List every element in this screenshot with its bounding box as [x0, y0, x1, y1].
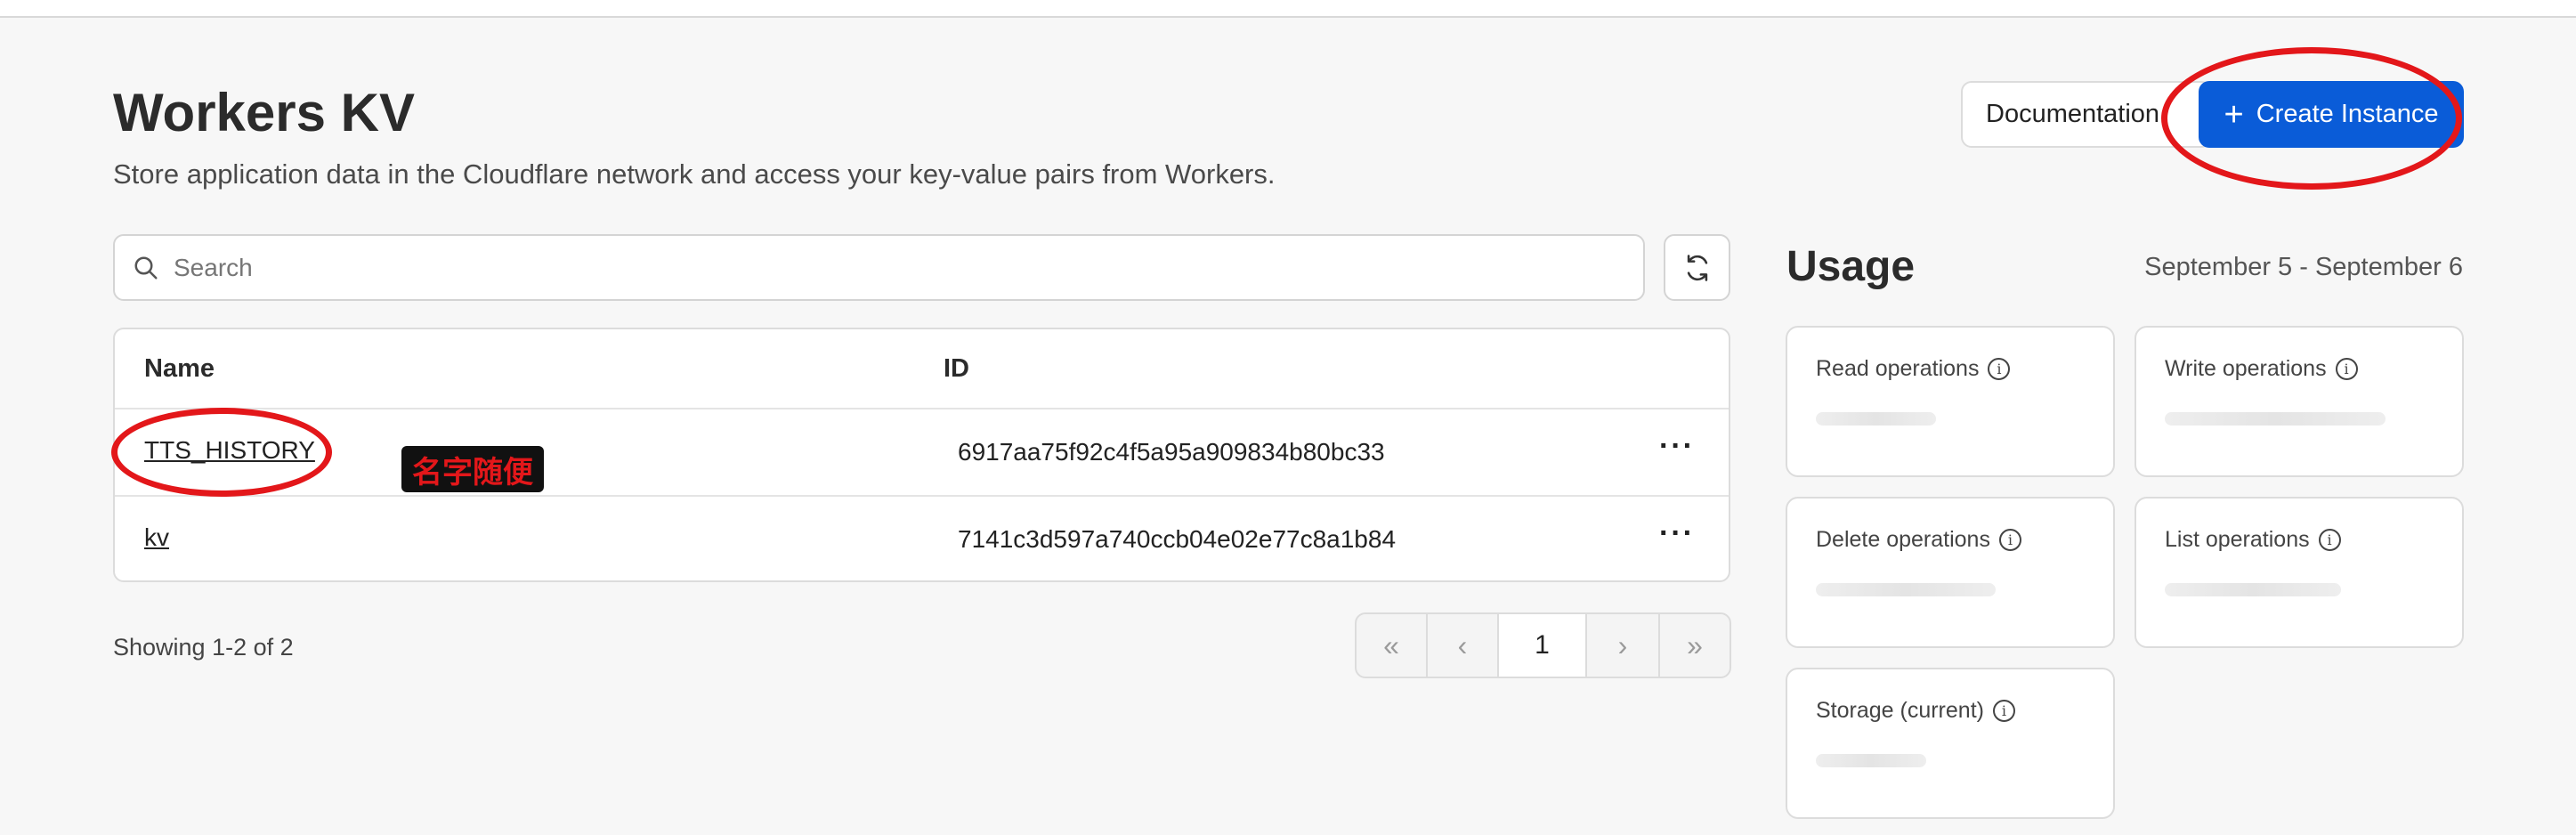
next-page-button[interactable]: › [1587, 614, 1660, 677]
info-icon[interactable]: i [1998, 529, 2021, 551]
table-row: TTS_HISTORY 6917aa75f92c4f5a95a909834b80… [115, 409, 1729, 497]
refresh-button[interactable] [1664, 234, 1730, 301]
usage-card-label: Storage (current) [1816, 698, 1984, 723]
usage-date-range: September 5 - September 6 [2144, 253, 2463, 281]
column-header-name: Name [144, 354, 215, 383]
loading-skeleton [1816, 754, 1926, 767]
annotation-label: 名字随便 [401, 446, 544, 492]
usage-card-label: List operations [2165, 527, 2310, 552]
page-title: Workers KV [113, 83, 416, 142]
first-page-button[interactable]: « [1357, 614, 1428, 677]
loading-skeleton [2165, 583, 2341, 596]
usage-card-label: Write operations [2165, 356, 2327, 381]
usage-card-delete: Delete operations i [1786, 497, 2115, 648]
column-header-id: ID [944, 354, 969, 383]
info-icon[interactable]: i [2318, 529, 2341, 551]
row-menu-button[interactable]: ··· [1659, 429, 1695, 464]
pagination: « ‹ 1 › » [1355, 612, 1731, 678]
search-input[interactable] [174, 253, 1598, 282]
top-bar [0, 0, 2576, 18]
usage-card-list: List operations i [2135, 497, 2464, 648]
namespace-id: 7141c3d597a740ccb04e02e77c8a1b84 [958, 525, 1397, 553]
create-instance-label: Create Instance [2256, 100, 2439, 128]
page: Workers KV Store application data in the… [0, 0, 2576, 835]
page-number[interactable]: 1 [1499, 614, 1587, 677]
table-row: kv 7141c3d597a740ccb04e02e77c8a1b84 ··· [115, 497, 1729, 580]
prev-page-button[interactable]: ‹ [1428, 614, 1499, 677]
search-icon [134, 256, 158, 279]
page-subtitle: Store application data in the Cloudflare… [113, 158, 1276, 190]
table-header: Name ID [115, 329, 1729, 409]
namespaces-table: Name ID TTS_HISTORY 6917aa75f92c4f5a95a9… [113, 328, 1730, 582]
namespace-name-link[interactable]: TTS_HISTORY [144, 436, 315, 465]
last-page-button[interactable]: » [1660, 614, 1729, 677]
loading-skeleton [1816, 412, 1936, 426]
usage-card-read: Read operations i [1786, 326, 2115, 477]
usage-card-label: Read operations [1816, 356, 1980, 381]
info-icon[interactable]: i [1988, 358, 2011, 380]
showing-count: Showing 1-2 of 2 [113, 634, 294, 661]
usage-title: Usage [1786, 243, 1916, 290]
info-icon[interactable]: i [1992, 700, 2015, 722]
loading-skeleton [2165, 412, 2386, 426]
search-box[interactable] [113, 234, 1645, 301]
namespace-name-link[interactable]: kv [144, 523, 169, 552]
usage-card-label: Delete operations [1816, 527, 1990, 552]
info-icon[interactable]: i [2335, 358, 2358, 380]
documentation-button[interactable]: Documentation [1961, 81, 2212, 148]
namespace-id: 6917aa75f92c4f5a95a909834b80bc33 [958, 438, 1385, 466]
create-instance-button[interactable]: + Create Instance [2199, 81, 2464, 148]
plus-icon: + [2224, 95, 2244, 134]
usage-card-storage: Storage (current) i [1786, 668, 2115, 819]
documentation-label: Documentation [1986, 100, 2160, 128]
row-menu-button[interactable]: ··· [1659, 516, 1695, 551]
usage-card-write: Write operations i [2135, 326, 2464, 477]
loading-skeleton [1816, 583, 1996, 596]
refresh-icon [1687, 254, 1707, 281]
